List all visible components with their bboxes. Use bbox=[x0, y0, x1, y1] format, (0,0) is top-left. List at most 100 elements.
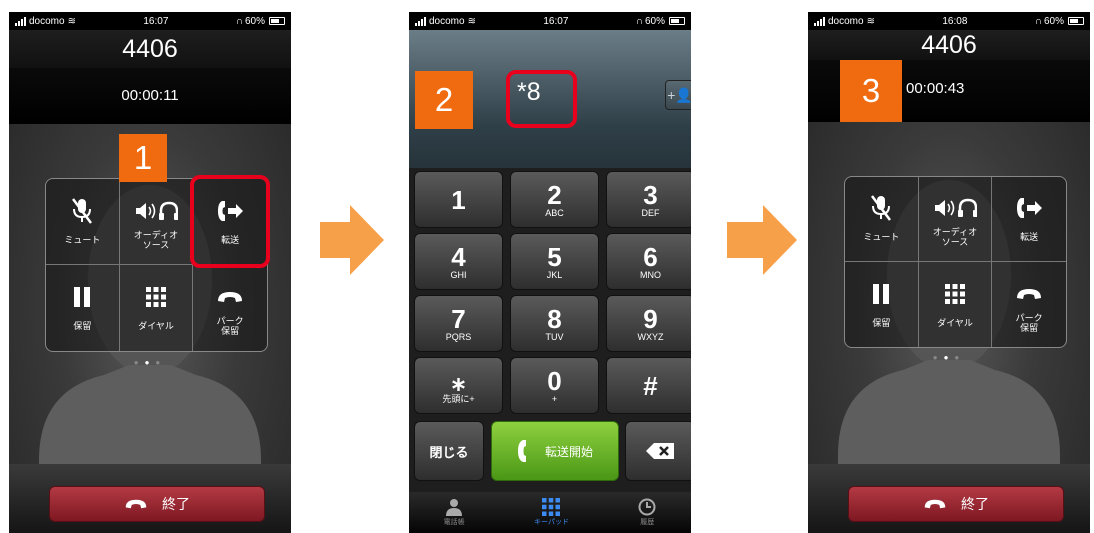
wifi-icon: ≋ bbox=[67, 15, 76, 27]
key-6[interactable]: 6 MNO bbox=[606, 233, 691, 290]
signal-icon bbox=[814, 16, 825, 26]
park-hold-label: パーク 保留 bbox=[1015, 312, 1043, 333]
tab-keypad[interactable]: キーパッド bbox=[534, 498, 569, 527]
mic-mute-icon bbox=[870, 191, 892, 225]
dial-button[interactable]: ダイヤル bbox=[120, 265, 194, 351]
carrier: docomo bbox=[828, 15, 864, 27]
transfer-start-button[interactable]: 転送開始 bbox=[491, 421, 619, 481]
transfer-button[interactable]: 転送 bbox=[992, 177, 1066, 262]
key-digit: 3 bbox=[643, 179, 658, 210]
dial-button[interactable]: ダイヤル bbox=[919, 262, 993, 347]
clock: 16:07 bbox=[543, 15, 569, 27]
clock: 16:08 bbox=[942, 15, 968, 27]
hold-icon bbox=[72, 280, 92, 314]
page-indicator: ●●● bbox=[932, 353, 966, 362]
tab-label: キーパッド bbox=[534, 519, 569, 526]
audio-source-button[interactable]: オーディオ ソース bbox=[119, 179, 194, 265]
close-button[interactable]: 閉じる bbox=[414, 421, 484, 481]
hold-label: 保留 bbox=[872, 317, 891, 328]
tab-contacts[interactable]: 電話帳 bbox=[444, 498, 465, 527]
call-number: 4406 bbox=[9, 30, 291, 68]
key-7[interactable]: 7 PQRS bbox=[414, 295, 503, 352]
audio-source-button[interactable]: オーディオ ソース bbox=[918, 177, 993, 262]
park-hold-icon bbox=[1015, 277, 1043, 311]
battery-icon bbox=[268, 17, 285, 25]
hold-button[interactable]: 保留 bbox=[845, 262, 919, 347]
battery-icon bbox=[668, 17, 685, 25]
key-letters: GHI bbox=[450, 269, 467, 280]
battery-percent: 60% bbox=[644, 15, 665, 27]
signal-icon bbox=[415, 16, 426, 26]
highlight-transfer bbox=[190, 175, 270, 268]
dialpad-icon bbox=[944, 277, 965, 311]
key-letters: 先頭に+ bbox=[442, 393, 475, 404]
park-hold-button[interactable]: パーク 保留 bbox=[992, 262, 1066, 347]
mute-button[interactable]: ミュート bbox=[845, 177, 919, 262]
mute-button[interactable]: ミュート bbox=[46, 179, 120, 265]
key-4[interactable]: 4 GHI bbox=[414, 233, 503, 290]
add-contact-button[interactable]: +👤 bbox=[665, 80, 691, 110]
end-call-button[interactable]: 終了 bbox=[49, 486, 265, 522]
key-letters: TUV bbox=[545, 331, 564, 342]
key-0[interactable]: 0 + bbox=[510, 357, 599, 414]
tab-recents[interactable]: 履歴 bbox=[638, 498, 656, 527]
park-hold-button[interactable]: パーク 保留 bbox=[193, 265, 267, 351]
hold-label: 保留 bbox=[73, 321, 92, 331]
dial-label: ダイヤル bbox=[937, 317, 973, 328]
battery-percent: 60% bbox=[244, 15, 265, 27]
battery-icon bbox=[1067, 17, 1084, 25]
carrier: docomo bbox=[29, 15, 65, 27]
battery-percent: 60% bbox=[1043, 15, 1064, 27]
dialer-screen: docomo ≋ 16:07 ∩ 60% *8 +👤 1 2 ABC 3 DEF 4 GH… bbox=[409, 12, 691, 533]
transfer-icon bbox=[1015, 191, 1043, 225]
call-number: 4406 bbox=[808, 30, 1090, 60]
key-digit: 0 bbox=[547, 365, 562, 396]
headphone-icon: ∩ bbox=[635, 15, 643, 27]
mute-label: ミュート bbox=[64, 234, 101, 245]
key-star[interactable]: ⁎ 先頭に+ bbox=[414, 357, 503, 414]
clock: 16:07 bbox=[143, 15, 169, 27]
key-letters: MNO bbox=[640, 269, 661, 280]
tab-label: 履歴 bbox=[640, 519, 655, 526]
carrier: docomo bbox=[429, 15, 465, 27]
status-bar: docomo ≋ 16:07 ∩ 60% bbox=[9, 12, 291, 30]
headphone-icon: ∩ bbox=[235, 15, 243, 27]
end-call-label: 終了 bbox=[961, 496, 989, 512]
call-controls: ミュート オーディオ ソース 転送 保留 ダイヤル パーク 保留 bbox=[844, 176, 1067, 348]
key-letters: + bbox=[551, 393, 558, 404]
key-letters: WXYZ bbox=[637, 331, 664, 342]
hold-button[interactable]: 保留 bbox=[46, 265, 120, 351]
key-digit: 8 bbox=[547, 303, 562, 334]
key-3[interactable]: 3 DEF bbox=[606, 171, 691, 228]
end-call-button[interactable]: 終了 bbox=[848, 486, 1064, 522]
key-digit: # bbox=[643, 370, 658, 401]
key-digit: 5 bbox=[547, 241, 562, 272]
signal-icon bbox=[15, 16, 26, 26]
call-screen-3: docomo ≋ 16:08 ∩ 60% 4406 00:00:43 ミュート オー… bbox=[808, 12, 1090, 533]
key-1[interactable]: 1 bbox=[414, 171, 503, 228]
backspace-button[interactable] bbox=[625, 421, 691, 481]
key-digit: 1 bbox=[451, 184, 466, 215]
keypad-icon bbox=[542, 498, 561, 516]
mute-label: ミュート bbox=[863, 232, 900, 242]
audio-source-icon bbox=[933, 191, 977, 225]
key-5[interactable]: 5 JKL bbox=[510, 233, 599, 290]
hold-icon bbox=[871, 277, 891, 311]
step-badge-2: 2 bbox=[415, 71, 473, 129]
dialpad-icon bbox=[145, 280, 166, 314]
phone-icon bbox=[517, 440, 526, 462]
dial-label: ダイヤル bbox=[138, 321, 174, 331]
key-9[interactable]: 9 WXYZ bbox=[606, 295, 691, 352]
park-hold-icon bbox=[216, 280, 244, 314]
contacts-icon bbox=[446, 499, 463, 516]
key-hash[interactable]: # bbox=[606, 357, 691, 414]
keypad: 1 2 ABC 3 DEF 4 GHI 5 JKL 6 MNO 7 PQRS 8 TUV 9W… bbox=[409, 168, 691, 514]
status-bar: docomo ≋ 16:08 ∩ 60% bbox=[808, 12, 1090, 30]
key-digit: 9 bbox=[643, 303, 658, 334]
key-2[interactable]: 2 ABC bbox=[510, 171, 599, 228]
call-screen-1: docomo ≋ 16:07 ∩ 60% 4406 00:00:11 ミュート オー… bbox=[9, 12, 291, 533]
key-8[interactable]: 8 TUV bbox=[510, 295, 599, 352]
highlight-dial-text bbox=[506, 70, 577, 128]
backspace-icon bbox=[646, 443, 674, 459]
key-letters: ABC bbox=[545, 207, 564, 218]
